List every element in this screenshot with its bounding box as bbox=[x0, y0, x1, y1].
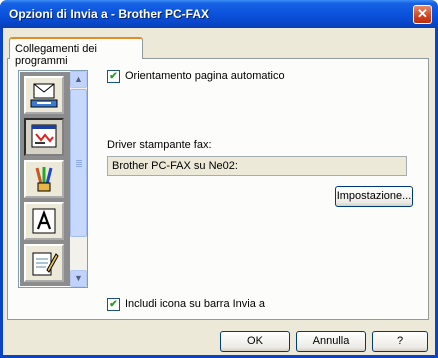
help-button[interactable]: ? bbox=[372, 331, 428, 352]
close-icon: ✕ bbox=[417, 6, 428, 21]
icon-list-scrollbar[interactable]: ▲ ▼ bbox=[70, 71, 87, 287]
include-icon-label: Includi icona su barra Invia a bbox=[125, 298, 266, 310]
settings-button-label: Impostazione... bbox=[336, 190, 412, 202]
font-a-icon bbox=[32, 208, 56, 234]
grip-line bbox=[76, 166, 82, 167]
close-button[interactable]: ✕ bbox=[413, 5, 432, 24]
fax-driver-field: Brother PC-FAX su Ne02: bbox=[107, 156, 407, 176]
scroll-down-button[interactable]: ▼ bbox=[70, 270, 87, 287]
chevron-down-icon: ▼ bbox=[74, 273, 83, 283]
program-item-paint[interactable] bbox=[24, 160, 64, 198]
dialog-window: Opzioni di Invia a - Brother PC-FAX ✕ Co… bbox=[0, 0, 438, 358]
program-item-text[interactable] bbox=[24, 202, 64, 240]
program-item-fax[interactable] bbox=[24, 118, 64, 156]
window-title: Opzioni di Invia a - Brother PC-FAX bbox=[9, 7, 210, 21]
fax-driver-value: Brother PC-FAX su Ne02: bbox=[112, 160, 238, 172]
tab-program-links[interactable]: Collegamenti dei programmi bbox=[9, 37, 143, 67]
tab-panel: ▲ ▼ ✔ Orientamento pagina automatico Dri… bbox=[7, 58, 429, 320]
fax-driver-label: Driver stampante fax: bbox=[107, 139, 212, 151]
program-item-notepad[interactable] bbox=[24, 244, 64, 282]
cancel-button-label: Annulla bbox=[312, 335, 350, 347]
cancel-button[interactable]: Annulla bbox=[296, 331, 366, 352]
fax-document-icon bbox=[31, 124, 57, 148]
include-icon-checkbox[interactable]: ✔ bbox=[107, 298, 120, 311]
program-icon-list[interactable]: ▲ ▼ bbox=[18, 70, 88, 288]
grip-line bbox=[76, 162, 82, 163]
send-mail-icon bbox=[30, 83, 58, 108]
ok-button-label: OK bbox=[247, 335, 263, 347]
grip-line bbox=[76, 160, 82, 161]
dialog-client: Collegamenti dei programmi ▲ ▼ ✔ Orienta… bbox=[3, 28, 435, 355]
grip-line bbox=[76, 164, 82, 165]
settings-button[interactable]: Impostazione... bbox=[335, 186, 413, 207]
ok-button[interactable]: OK bbox=[220, 331, 290, 352]
title-bar[interactable]: Opzioni di Invia a - Brother PC-FAX ✕ bbox=[0, 0, 438, 28]
icon-list-area bbox=[20, 72, 70, 286]
program-item-mail[interactable] bbox=[24, 76, 64, 114]
paint-brushes-icon bbox=[35, 167, 53, 192]
auto-orientation-label: Orientamento pagina automatico bbox=[125, 70, 285, 82]
help-button-label: ? bbox=[396, 335, 404, 347]
notepad-icon bbox=[32, 252, 59, 276]
scroll-thumb[interactable] bbox=[70, 89, 87, 237]
scroll-up-button[interactable]: ▲ bbox=[70, 71, 87, 88]
auto-orientation-checkbox[interactable]: ✔ bbox=[107, 70, 120, 83]
chevron-up-icon: ▲ bbox=[74, 74, 83, 84]
tab-label: Collegamenti dei programmi bbox=[15, 43, 97, 67]
